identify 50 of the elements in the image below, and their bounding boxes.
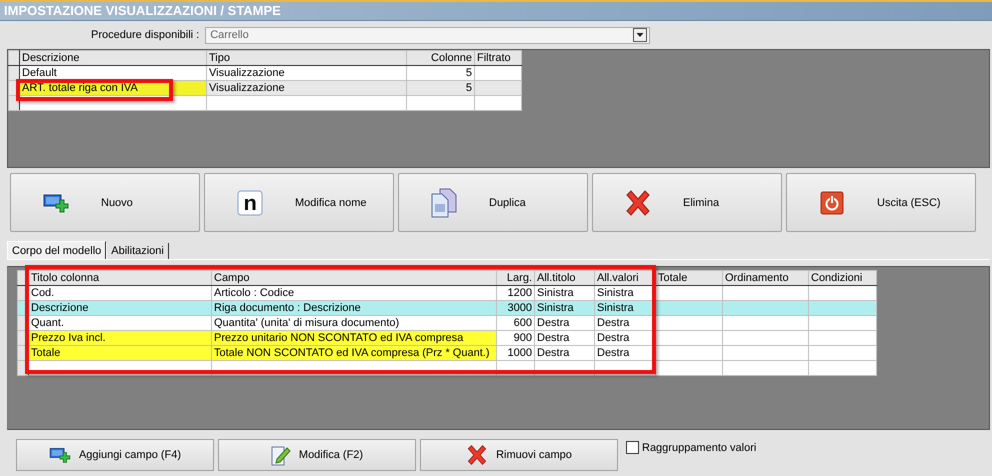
column-header: Ordinamento [722, 270, 808, 286]
procedure-dropdown[interactable]: Carrello [205, 26, 650, 44]
action-button[interactable]: Modifica nome [204, 173, 394, 232]
column-header: Titolo colonna [28, 270, 212, 286]
action-button[interactable]: Uscita (ESC) [786, 173, 976, 232]
window-title: IMPOSTAZIONE VISUALIZZAZIONI / STAMPE [0, 2, 992, 21]
column-header: Colonne [406, 50, 474, 66]
table-cell: 900 [496, 330, 534, 346]
table-cell: Totale NON SCONTATO ed IVA compresa (Prz * Quant.) [212, 346, 496, 360]
table-cell: 5 [406, 80, 474, 96]
letter-n-icon [237, 190, 263, 216]
table-cell: Prezzo Iva incl. [28, 330, 212, 346]
checkbox-label: Raggruppamento valori [642, 442, 756, 454]
column-header: Filtrato [474, 50, 522, 66]
table-cell: Prezzo unitario NON SCONTATO ed IVA compresa [212, 330, 496, 346]
column-header: Campo [212, 270, 496, 286]
action-button[interactable]: Modifica (F2) [218, 439, 416, 471]
copy-icon [430, 188, 458, 218]
table-cell: 1000 [496, 346, 534, 360]
tab[interactable]: Corpo del modello [7, 241, 106, 259]
checkbox[interactable] [626, 441, 639, 454]
action-button[interactable]: Aggiungi campo (F4) [16, 439, 214, 471]
action-button[interactable]: Duplica [398, 173, 588, 232]
table-cell: Totale [28, 346, 212, 360]
table-cell: 600 [496, 316, 534, 330]
table-cell: Sinistra [534, 300, 594, 316]
table-cell: Destra [534, 316, 594, 330]
procedure-label: Procedure disponibili : [91, 29, 200, 41]
delete-icon [466, 444, 488, 466]
column-header: Tipo [206, 50, 406, 66]
monitor-plus-icon [43, 192, 69, 214]
action-button[interactable]: Rimuovi campo [420, 439, 618, 471]
table-cell: Destra [534, 330, 594, 346]
pencil-document-icon [270, 444, 291, 466]
column-header: Totale [656, 270, 722, 286]
delete-icon [624, 188, 652, 216]
table-cell: Riga documento : Descrizione [212, 300, 496, 316]
tab[interactable]: Abilitazioni [106, 243, 169, 259]
power-icon [820, 190, 844, 214]
column-header: All.titolo [534, 270, 594, 286]
table-cell: Visualizzazione [206, 80, 406, 96]
table-cell: 3000 [496, 300, 534, 316]
table-cell: Descrizione [28, 300, 212, 316]
column-header: Descrizione [20, 50, 206, 66]
monitor-plus-icon [48, 446, 71, 464]
table-cell: Destra [534, 346, 594, 360]
column-header: Larg. [496, 270, 534, 286]
action-button[interactable]: Nuovo [10, 173, 200, 232]
column-header: Condizioni [808, 270, 876, 286]
action-button[interactable]: Elimina [592, 173, 782, 232]
